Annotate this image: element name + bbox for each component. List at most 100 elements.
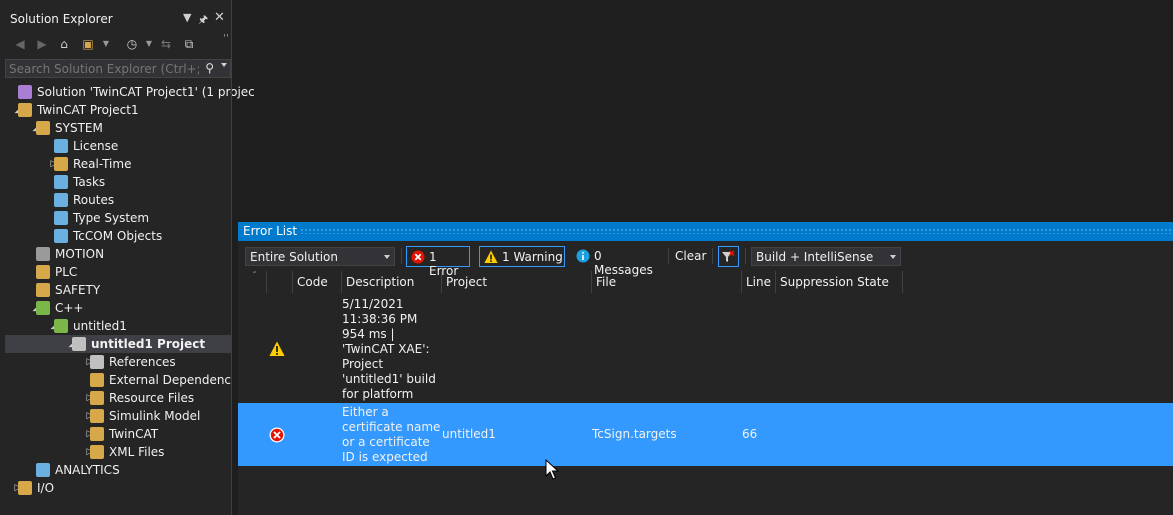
- pending-changes-dropdown-icon[interactable]: ▼: [141, 36, 157, 52]
- tree-item-label: C++: [55, 301, 84, 315]
- tree-item-label: PLC: [55, 265, 78, 279]
- folder-icon: [90, 391, 104, 405]
- tree-item[interactable]: ▷Resource Files: [0, 389, 232, 407]
- tree-item-label: Tasks: [73, 175, 106, 189]
- safety-icon: [36, 283, 50, 297]
- sync-icon[interactable]: ⇆: [158, 36, 174, 52]
- tree-item-label: License: [73, 139, 119, 153]
- tree-item-label: References: [109, 355, 176, 369]
- tree-item[interactable]: ▷I/O: [0, 479, 232, 497]
- error-list-titlebar: Error List: [238, 222, 1173, 241]
- table-row[interactable]: 5/11/2021 11:38:36 PM 954 ms | 'TwinCAT …: [238, 294, 1173, 431]
- tree-item[interactable]: ANALYTICS: [0, 461, 232, 479]
- row-file: TcSign.targets: [592, 427, 677, 441]
- tree-item[interactable]: Solution 'TwinCAT Project1' (1 projec: [0, 83, 255, 101]
- tree-item-label: TwinCAT: [109, 427, 159, 441]
- cpp-icon: [36, 301, 50, 315]
- warning-icon: [269, 341, 285, 356]
- column-header-description[interactable]: Description: [342, 271, 442, 293]
- tree-item[interactable]: ▷References: [0, 353, 232, 371]
- column-header-suppression-state[interactable]: Suppression State: [776, 271, 903, 293]
- type-system-icon: [54, 211, 68, 225]
- search-input[interactable]: [6, 60, 199, 77]
- column-header-file[interactable]: File: [592, 271, 742, 293]
- tree-item[interactable]: ▷Simulink Model: [0, 407, 232, 425]
- error-icon: [269, 427, 285, 443]
- search-options-dropdown-icon[interactable]: [221, 63, 227, 67]
- solution-explorer-search[interactable]: ⚲: [5, 59, 231, 78]
- tree-item-label: SYSTEM: [55, 121, 103, 135]
- tree-item[interactable]: ◢untitled1 Project: [0, 335, 232, 353]
- errors-filter-button[interactable]: 1 Error: [406, 246, 470, 278]
- window-menu-dropdown-icon[interactable]: ▼: [183, 11, 191, 24]
- license-icon: [54, 139, 68, 153]
- clear-button[interactable]: Clear: [671, 246, 709, 267]
- tree-item[interactable]: ▷TwinCAT: [0, 425, 232, 443]
- tree-item[interactable]: License: [0, 137, 232, 155]
- tccom-icon: [54, 229, 68, 243]
- cpp-module-icon: [54, 319, 68, 333]
- tree-item-label: untitled1 Project: [91, 337, 206, 351]
- severity-column-header[interactable]: ″: [238, 271, 267, 293]
- tree-item[interactable]: External Dependenc: [0, 371, 232, 389]
- table-row-selected[interactable]: Either a certificate name or a certifica…: [238, 403, 1173, 466]
- tree-item[interactable]: ▷Real-Time: [0, 155, 232, 173]
- tree-item[interactable]: PLC: [0, 263, 232, 281]
- row-project: untitled1: [442, 427, 496, 441]
- column-header-line[interactable]: Line: [742, 271, 776, 293]
- solution-explorer-toolbar: ◀ ▶ ⌂ ▣ ▼ ◷ ▼ ⇆ ⧉ '': [0, 33, 232, 55]
- solution-explorer-titlebar: Solution Explorer ▼ 🖈 ✕: [0, 9, 232, 29]
- tree-item[interactable]: ◢TwinCAT Project1: [0, 101, 232, 119]
- pin-icon[interactable]: 🖈: [198, 11, 208, 30]
- tree-item[interactable]: Type System: [0, 209, 232, 227]
- column-header-project[interactable]: Project: [442, 271, 592, 293]
- build-source-dropdown[interactable]: Build + IntelliSense: [751, 247, 901, 266]
- column-header-code[interactable]: Code: [292, 271, 342, 293]
- warnings-filter-button[interactable]: 1 Warning: [479, 246, 565, 267]
- tree-item-label: XML Files: [109, 445, 165, 459]
- tree-item-label: Real-Time: [73, 157, 132, 171]
- filter-build-button[interactable]: [718, 246, 739, 267]
- error-list-panel: Error List Entire Solution 1 Error 1 War…: [238, 222, 1173, 515]
- routes-icon: [54, 193, 68, 207]
- tree-item-label: SAFETY: [55, 283, 101, 297]
- switch-views-dropdown-icon[interactable]: ▼: [98, 36, 114, 52]
- tree-item[interactable]: Routes: [0, 191, 232, 209]
- tree-item[interactable]: Tasks: [0, 173, 232, 191]
- system-icon: [36, 121, 50, 135]
- tree-item[interactable]: SAFETY: [0, 281, 232, 299]
- switch-views-icon[interactable]: ▣: [80, 36, 96, 52]
- collapse-all-icon[interactable]: ⧉: [181, 36, 197, 52]
- forward-icon[interactable]: ▶: [34, 36, 50, 52]
- tree-item[interactable]: ◢C++: [0, 299, 232, 317]
- tree-item[interactable]: ◢untitled1: [0, 317, 232, 335]
- error-list-title: Error List: [243, 224, 298, 238]
- error-icon: [411, 250, 425, 264]
- tree-item[interactable]: TcCOM Objects: [0, 227, 232, 245]
- build-source-value: Build + IntelliSense: [756, 250, 874, 264]
- tree-item-label: MOTION: [55, 247, 105, 261]
- home-icon[interactable]: ⌂: [56, 36, 72, 52]
- info-icon: [576, 249, 590, 263]
- tree-item-label: Type System: [73, 211, 150, 225]
- tree-item-label: Simulink Model: [109, 409, 201, 423]
- titlebar-grip: [300, 228, 1173, 234]
- motion-icon: [36, 247, 50, 261]
- tree-item[interactable]: ◢SYSTEM: [0, 119, 232, 137]
- tree-item[interactable]: ▷XML Files: [0, 443, 232, 461]
- row-line: 66: [742, 427, 758, 441]
- back-icon[interactable]: ◀: [12, 36, 28, 52]
- messages-filter-button[interactable]: 0 Messages: [572, 246, 662, 277]
- tree-item-label: TwinCAT Project1: [37, 103, 139, 117]
- row-description: Either a certificate name or a certifica…: [342, 405, 441, 464]
- analytics-icon: [36, 463, 50, 477]
- toolbar-separator: [401, 248, 402, 264]
- error-list-header: ″ Code Description Project File Line Sup…: [238, 271, 1173, 293]
- warning-icon: [484, 250, 498, 263]
- scope-dropdown[interactable]: Entire Solution: [245, 247, 395, 266]
- close-icon[interactable]: ✕: [214, 10, 225, 25]
- toolbar-separator: [745, 248, 746, 264]
- search-icon[interactable]: ⚲: [205, 61, 214, 75]
- pending-changes-filter-icon[interactable]: ◷: [124, 36, 140, 52]
- tree-item[interactable]: MOTION: [0, 245, 232, 263]
